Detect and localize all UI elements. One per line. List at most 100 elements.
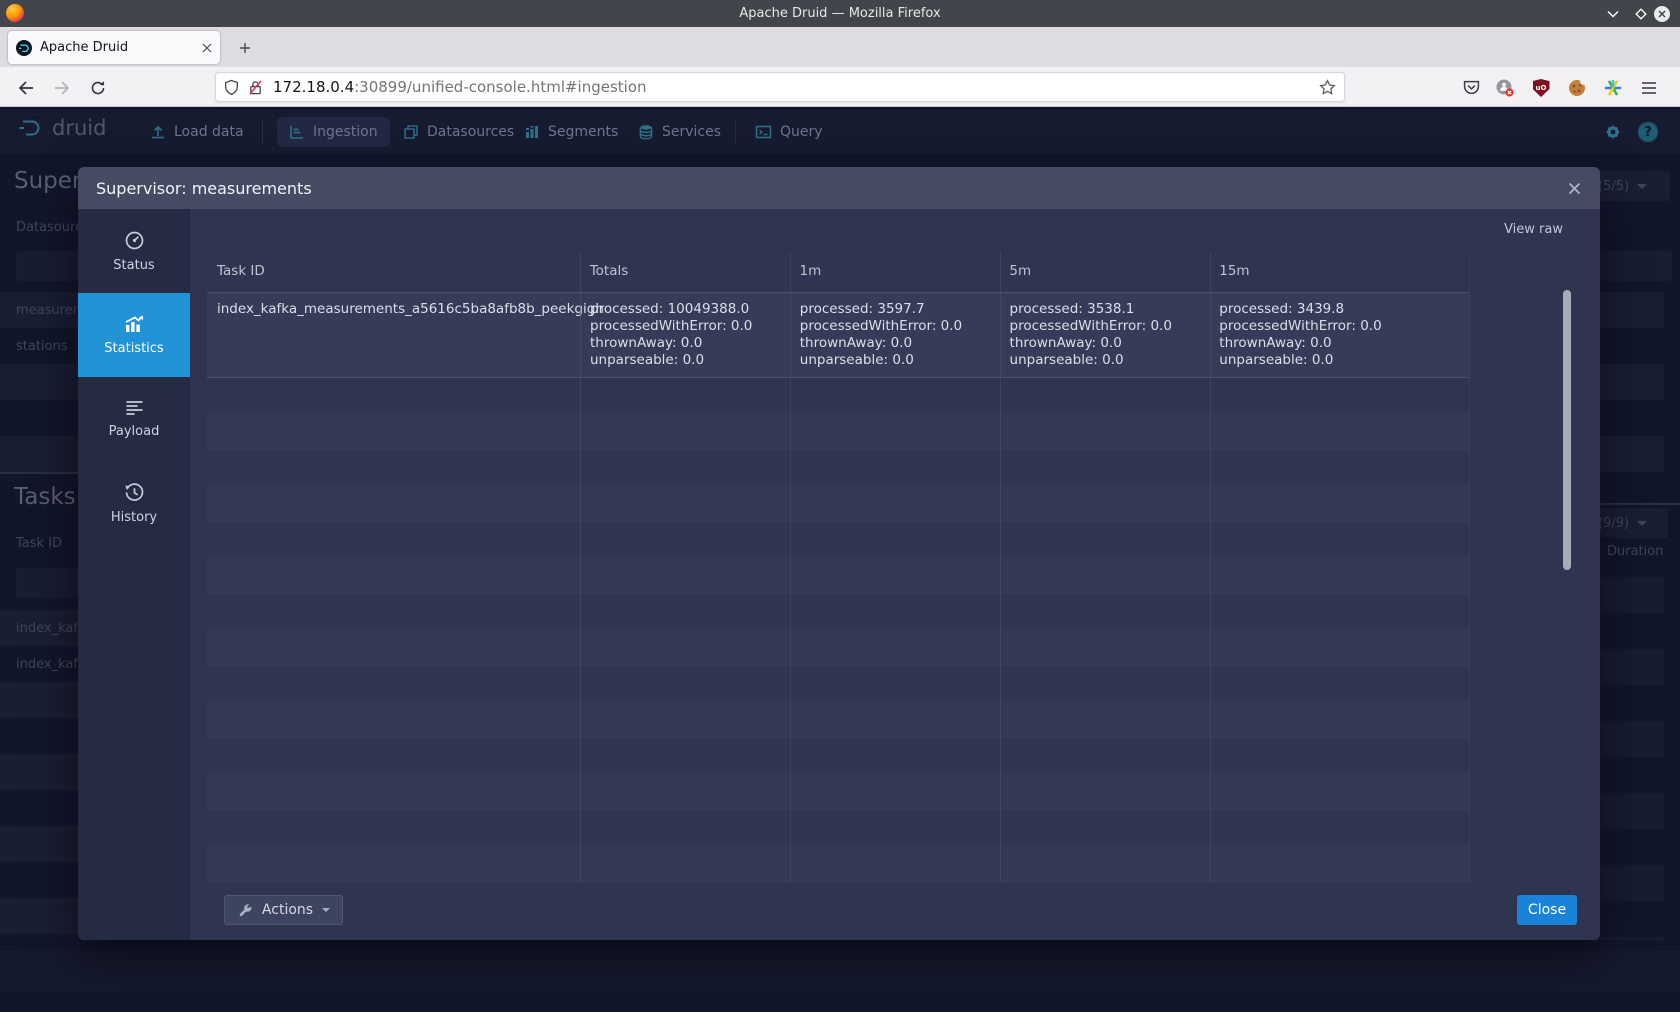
col-header-task-id[interactable]: Task ID xyxy=(207,252,580,292)
actions-button[interactable]: Actions xyxy=(224,895,343,925)
section-divider xyxy=(1600,503,1680,505)
nav-label-services: Services xyxy=(662,124,721,140)
nav-item-load-data[interactable]: Load data xyxy=(150,117,244,147)
nav-item-query[interactable]: Query xyxy=(755,117,823,147)
close-button[interactable]: Close xyxy=(1517,895,1577,925)
nav-label-datasources: Datasources xyxy=(427,124,514,140)
column-separator xyxy=(1210,252,1211,881)
task-id-column-header: Task ID xyxy=(16,536,62,551)
supervisors-count-label: (5/5) xyxy=(1598,179,1629,194)
background-table-stripe xyxy=(0,950,1680,992)
forward-button[interactable] xyxy=(49,75,75,101)
url-bar[interactable]: 172.18.0.4:30899/unified-console.html#in… xyxy=(215,72,1345,102)
ublock-shield: uO xyxy=(1533,79,1550,97)
empty-table-row xyxy=(207,414,1469,450)
empty-table-row xyxy=(207,450,1469,486)
view-raw-link[interactable]: View raw xyxy=(1504,222,1563,237)
nav-item-services[interactable]: Services xyxy=(638,117,721,147)
empty-table-row xyxy=(207,630,1469,666)
druid-nav-bar: druid Load data Ingestion Datasources xyxy=(0,110,1680,154)
dashboard-gauge-icon xyxy=(124,230,145,251)
col-header-5m[interactable]: 5m xyxy=(999,252,1209,292)
empty-row xyxy=(1600,436,1664,472)
menu-hamburger-icon[interactable] xyxy=(1636,75,1662,101)
browser-tab-apache-druid[interactable]: Apache Druid xyxy=(8,31,220,64)
align-left-text-icon xyxy=(124,399,145,417)
pocket-icon[interactable] xyxy=(1458,75,1484,101)
bookmark-star-icon[interactable] xyxy=(1319,79,1336,96)
druid-logo-icon xyxy=(16,115,46,141)
empty-table-row xyxy=(207,666,1469,702)
gear-icon xyxy=(1603,122,1623,142)
tab-history-label: History xyxy=(111,510,157,525)
history-clock-icon xyxy=(124,482,145,503)
filter-input-clipped[interactable] xyxy=(1600,251,1672,281)
supervisors-refresh-count[interactable]: (5/5) xyxy=(1588,171,1670,201)
task-row[interactable]: index_kafk xyxy=(0,610,78,646)
statistics-table: Task ID Totals 1m 5m 15m index_kafka_mea… xyxy=(207,252,1470,882)
tab-close-icon[interactable] xyxy=(202,43,212,53)
window-maximize-button[interactable] xyxy=(1633,6,1649,22)
col-header-totals[interactable]: Totals xyxy=(580,252,790,292)
nav-label-load-data: Load data xyxy=(174,124,244,140)
nav-item-ingestion[interactable]: Ingestion xyxy=(277,117,390,147)
settings-gear-button[interactable] xyxy=(1603,117,1623,147)
cookie-extension-icon[interactable] xyxy=(1564,75,1590,101)
colorful-asterisk-extension-icon[interactable] xyxy=(1600,75,1626,101)
new-tab-button[interactable] xyxy=(232,35,258,61)
col-header-15m[interactable]: 15m xyxy=(1209,252,1469,292)
column-separator xyxy=(1000,252,1001,881)
url-path: :30899/unified-console.html#ingestion xyxy=(354,78,646,96)
druid-logo[interactable]: druid xyxy=(16,115,106,141)
duration-column-header: Duration xyxy=(1607,544,1663,559)
cell-totals: processed: 10049388.0 processedWithError… xyxy=(580,293,790,377)
datasource-filter-input[interactable] xyxy=(16,251,86,281)
cell-15m: processed: 3439.8 processedWithError: 0.… xyxy=(1209,293,1469,377)
empty-table-row xyxy=(207,558,1469,594)
tracking-protection-shield-icon[interactable] xyxy=(224,79,239,96)
nav-item-segments[interactable]: Segments xyxy=(524,117,618,147)
wrench-icon xyxy=(237,902,253,918)
help-icon: ? xyxy=(1638,122,1658,142)
insecure-lock-icon[interactable] xyxy=(248,79,263,96)
supervisor-row[interactable]: measurements xyxy=(0,292,78,328)
window-minimize-button[interactable] xyxy=(1605,6,1621,22)
tab-status[interactable]: Status xyxy=(78,209,190,293)
tab-payload[interactable]: Payload xyxy=(78,377,190,461)
dialog-close-icon[interactable] xyxy=(1564,178,1584,198)
nav-item-datasources[interactable]: Datasources xyxy=(403,117,514,147)
ublock-origin-icon[interactable]: uO xyxy=(1528,75,1554,101)
tab-statistics[interactable]: Statistics xyxy=(78,293,190,377)
empty-table-row xyxy=(207,738,1469,774)
druid-console-page: druid Load data Ingestion Datasources xyxy=(0,107,1680,1012)
reload-button[interactable] xyxy=(85,75,111,101)
extension-icon[interactable] xyxy=(1492,75,1518,101)
window-close-button[interactable] xyxy=(1654,6,1670,22)
empty-row xyxy=(0,436,78,472)
table-scrollbar[interactable] xyxy=(1563,290,1571,570)
tasks-refresh-count[interactable]: (9/9) xyxy=(1588,508,1668,538)
empty-rows xyxy=(1600,577,1664,940)
tab-history[interactable]: History xyxy=(78,461,190,545)
back-button[interactable] xyxy=(13,75,39,101)
empty-table-row xyxy=(207,774,1469,810)
cell-5m: processed: 3538.1 processedWithError: 0.… xyxy=(1000,293,1210,377)
supervisor-dialog: Supervisor: measurements Status xyxy=(78,167,1600,940)
supervisor-row[interactable]: stations xyxy=(0,328,78,364)
task-row[interactable]: index_kafk xyxy=(0,646,78,682)
supervisor-datasource-cell: stations xyxy=(0,328,78,354)
column-separator xyxy=(580,252,581,881)
url-text[interactable]: 172.18.0.4:30899/unified-console.html#in… xyxy=(273,78,1319,96)
nav-label-segments: Segments xyxy=(548,124,618,140)
help-button[interactable]: ? xyxy=(1638,117,1658,147)
segments-icon xyxy=(524,124,540,140)
col-header-1m[interactable]: 1m xyxy=(790,252,1000,292)
chevron-down-icon xyxy=(322,908,330,912)
task-filter-input[interactable] xyxy=(16,568,86,598)
chevron-down-icon xyxy=(1637,521,1647,526)
ingestion-icon xyxy=(289,124,305,140)
task-id-cell: index_kafk xyxy=(0,646,78,672)
table-row[interactable]: index_kafka_measurements_a5616c5ba8afb8b… xyxy=(207,292,1469,378)
empty-table-row xyxy=(207,594,1469,630)
nav-separator xyxy=(735,120,736,144)
